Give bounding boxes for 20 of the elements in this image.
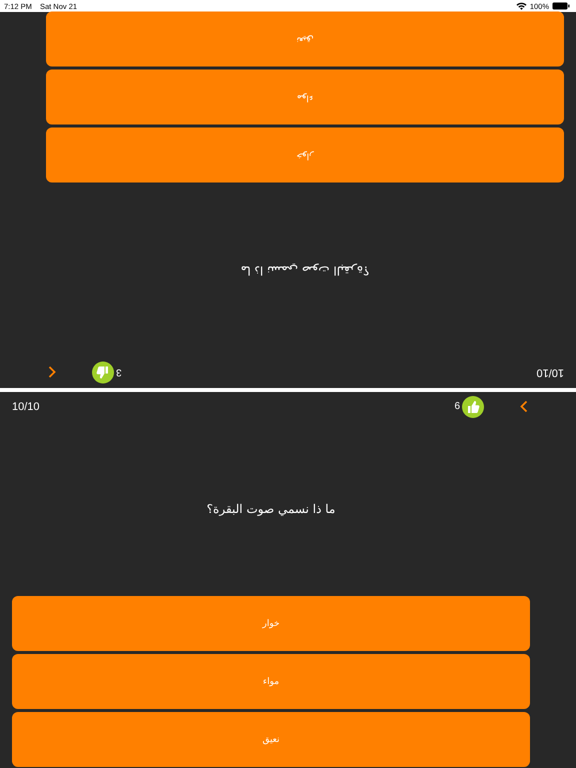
answer-button[interactable]: نعيق xyxy=(12,712,530,767)
back-button[interactable] xyxy=(46,366,58,379)
question-text: ما ذا نسمي صوت البقرة؟ xyxy=(206,502,336,516)
back-button[interactable] xyxy=(518,400,530,413)
thumbs-up-icon xyxy=(462,396,484,418)
answer-button[interactable]: خوار xyxy=(12,596,530,651)
score-count: 3 xyxy=(116,367,122,378)
question-text: ما ذا نسمي صوت البقرة؟ xyxy=(240,263,370,278)
battery-icon xyxy=(552,2,570,10)
thumbs-up-icon xyxy=(92,362,114,384)
answer-button[interactable]: خوار xyxy=(46,128,564,183)
question-counter: 10/10 xyxy=(536,366,564,378)
answer-button[interactable]: نعيق xyxy=(46,12,564,67)
chevron-left-icon xyxy=(48,366,56,379)
wifi-icon xyxy=(516,2,527,10)
score-count: 6 xyxy=(454,401,460,412)
answer-button[interactable]: مواء xyxy=(46,70,564,125)
chevron-left-icon xyxy=(520,400,528,413)
answer-button[interactable]: مواء xyxy=(12,654,530,709)
question-counter: 10/10 xyxy=(12,400,40,412)
